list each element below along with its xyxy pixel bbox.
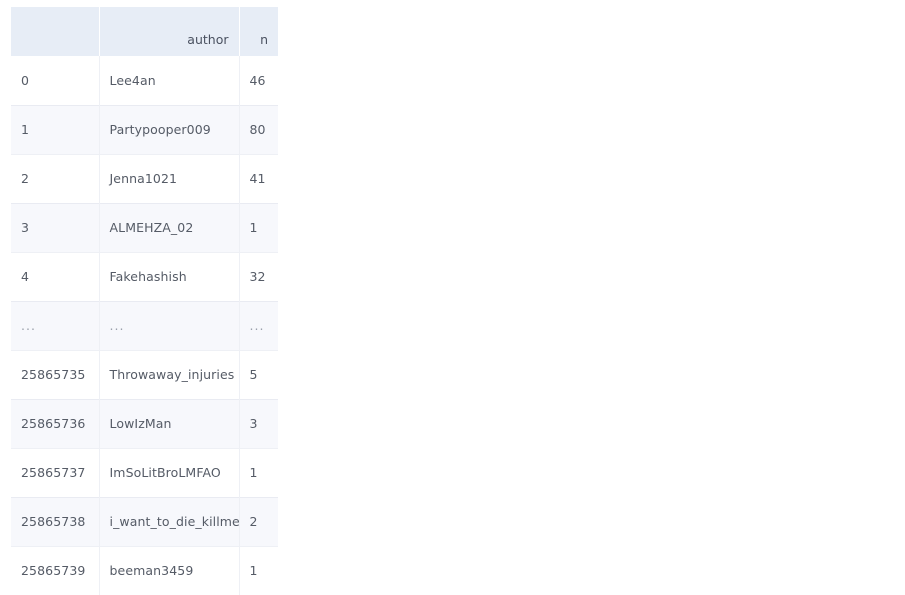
table-row-truncation: ... ... ... bbox=[11, 300, 278, 350]
header-row: author n bbox=[11, 7, 278, 56]
cell-index: 25865737 bbox=[11, 447, 100, 497]
cell-index: 4 bbox=[11, 251, 100, 301]
table-row: 0 Lee4an 46 bbox=[11, 56, 278, 105]
cell-n: 32 bbox=[239, 251, 278, 301]
table-body: 0 Lee4an 46 1 Partypooper009 80 2 Jenna1… bbox=[11, 56, 278, 595]
cell-index: ... bbox=[11, 300, 100, 350]
dataframe-container: author n 0 Lee4an 46 1 Partypooper009 80… bbox=[11, 7, 278, 595]
cell-index: 2 bbox=[11, 153, 100, 203]
cell-n: 46 bbox=[249, 72, 266, 88]
cell-index: 25865736 bbox=[11, 398, 100, 448]
table-row: 25865737 ImSoLitBroLMFAO 1 bbox=[11, 447, 278, 497]
table-row: 25865738 i_want_to_die_killme 2 bbox=[11, 496, 278, 546]
cell-author: LowIzMan bbox=[99, 398, 240, 448]
cell-n: 2 bbox=[239, 496, 278, 546]
cell-n: 41 bbox=[239, 153, 278, 203]
table-row: 25865739 beeman3459 1 bbox=[11, 545, 278, 595]
cell-n: 80 bbox=[239, 104, 278, 154]
table-row: 2 Jenna1021 41 bbox=[11, 153, 278, 203]
table-row: 3 ALMEHZA_02 1 bbox=[11, 202, 278, 252]
cell-n: 1 bbox=[239, 545, 278, 595]
cell-author: Jenna1021 bbox=[99, 153, 240, 203]
table-row: 25865735 Throwaway_injuries 5 bbox=[11, 349, 278, 399]
cell-n: ... bbox=[239, 300, 278, 350]
cell-author: Fakehashish bbox=[99, 251, 240, 301]
cell-author: Lee4an bbox=[99, 56, 240, 105]
cell-author: i_want_to_die_killme bbox=[99, 496, 240, 546]
dataframe-table: author n 0 Lee4an 46 1 Partypooper009 80… bbox=[11, 7, 278, 595]
cell-n: 5 bbox=[239, 349, 278, 399]
cell-index: 3 bbox=[11, 202, 100, 252]
column-header-author: author bbox=[98, 7, 239, 56]
cell-index: 25865739 bbox=[11, 545, 100, 595]
cell-author: ImSoLitBroLMFAO bbox=[99, 447, 240, 497]
column-header-index bbox=[11, 7, 99, 56]
cell-index: 25865738 bbox=[11, 496, 100, 546]
cell-index: 25865735 bbox=[11, 349, 100, 399]
cell-n: 1 bbox=[239, 202, 278, 252]
cell-index: 1 bbox=[11, 104, 100, 154]
page-canvas: author n 0 Lee4an 46 1 Partypooper009 80… bbox=[0, 0, 905, 595]
cell-n: 3 bbox=[239, 398, 278, 448]
cell-author: Throwaway_injuries bbox=[99, 349, 240, 399]
cell-n: 1 bbox=[239, 447, 278, 497]
cell-author: beeman3459 bbox=[99, 545, 240, 595]
cell-author: ALMEHZA_02 bbox=[99, 202, 240, 252]
table-head: author n bbox=[11, 7, 278, 56]
column-header-n: n bbox=[238, 7, 278, 56]
cell-author: Partypooper009 bbox=[99, 104, 240, 154]
table-row: 1 Partypooper009 80 bbox=[11, 104, 278, 154]
table-row: 4 Fakehashish 32 bbox=[11, 251, 278, 301]
cell-author: ... bbox=[99, 300, 240, 350]
cell-index: 0 bbox=[11, 56, 100, 105]
table-row: 25865736 LowIzMan 3 bbox=[11, 398, 278, 448]
